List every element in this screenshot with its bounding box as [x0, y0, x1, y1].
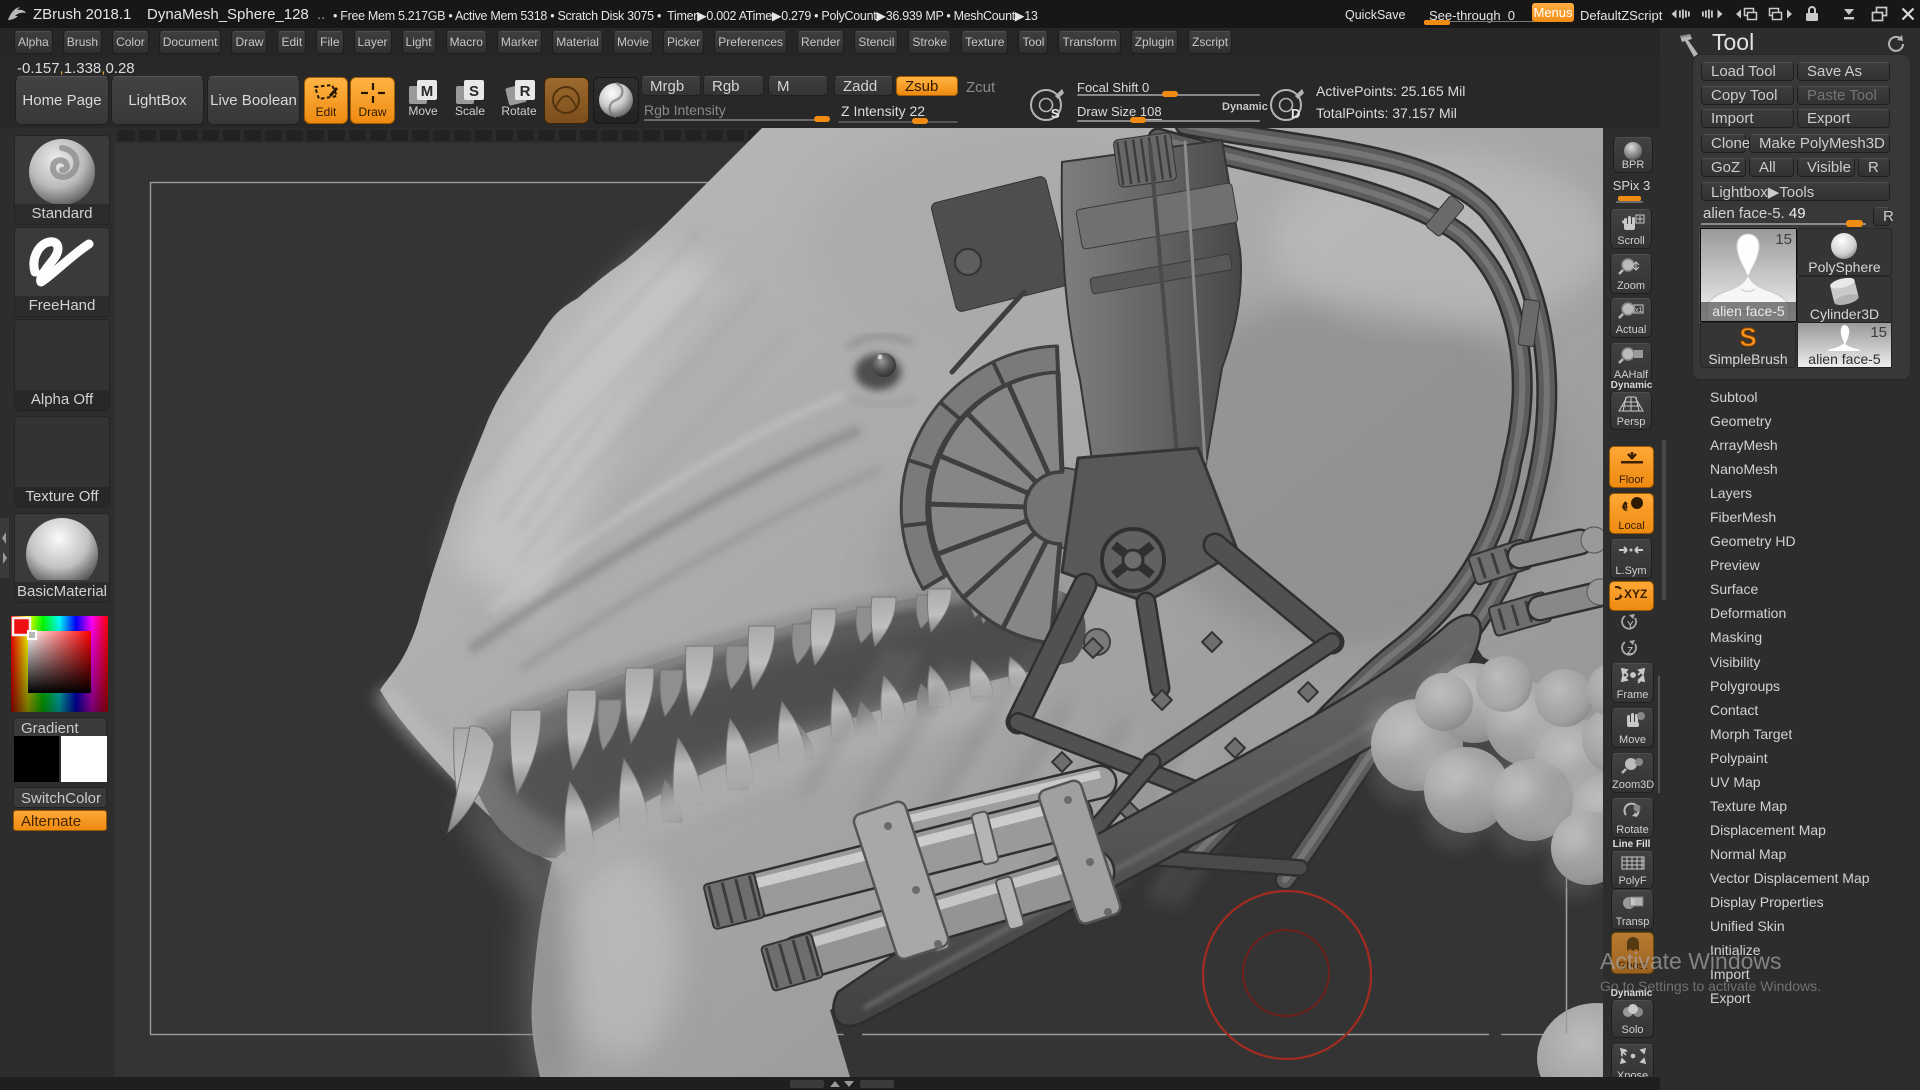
- svg-text:Z: Z: [1627, 646, 1633, 657]
- svg-text:S: S: [469, 83, 479, 100]
- svg-text:Y: Y: [1627, 620, 1634, 631]
- svg-text:S: S: [1051, 106, 1060, 121]
- svg-text:✎: ✎: [1621, 504, 1629, 514]
- svg-text:S: S: [1739, 323, 1756, 351]
- svg-text:XYZ: XYZ: [1624, 587, 1647, 601]
- svg-text:M: M: [421, 83, 434, 100]
- svg-text:R: R: [520, 83, 531, 100]
- svg-text:x1: x1: [1635, 307, 1643, 314]
- svg-text:D: D: [1291, 106, 1300, 121]
